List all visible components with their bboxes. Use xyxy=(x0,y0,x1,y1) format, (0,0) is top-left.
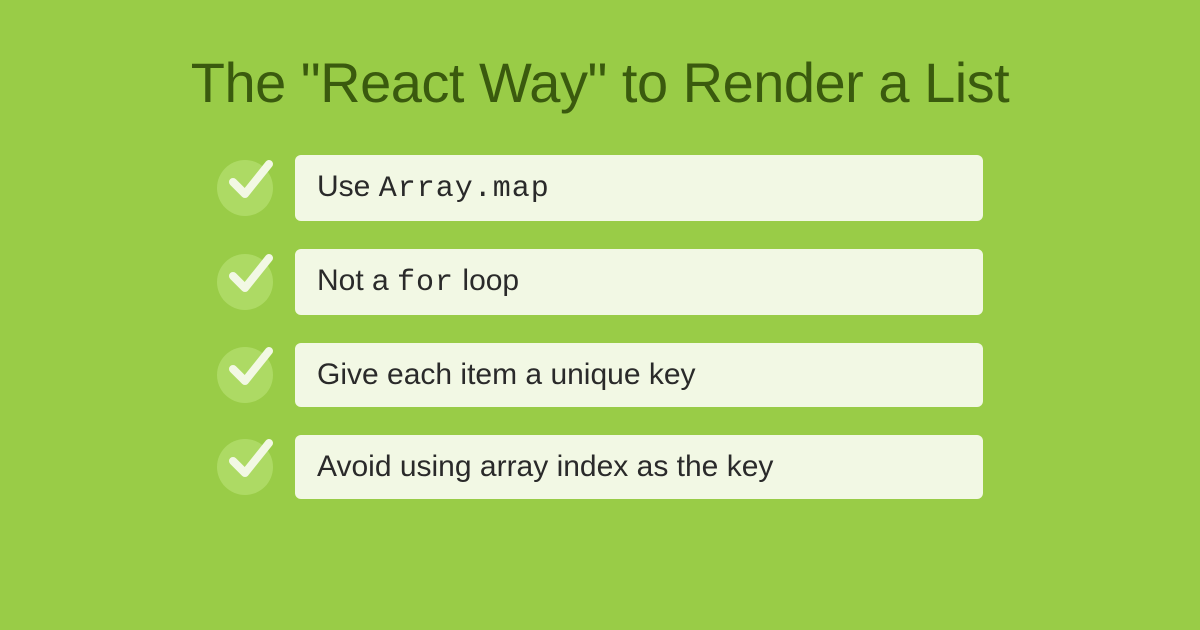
list-item: Avoid using array index as the key xyxy=(217,435,983,499)
tips-list: Use Array.map Not a for loop Give each i… xyxy=(217,155,983,499)
list-item: Give each item a unique key xyxy=(217,343,983,407)
list-item-text: Give each item a unique key xyxy=(295,343,983,407)
list-item: Use Array.map xyxy=(217,155,983,221)
check-icon xyxy=(217,439,273,495)
list-item-text: Avoid using array index as the key xyxy=(295,435,983,499)
check-icon xyxy=(217,254,273,310)
list-item: Not a for loop xyxy=(217,249,983,315)
page-title: The "React Way" to Render a List xyxy=(191,50,1009,115)
list-item-text: Not a for loop xyxy=(295,249,983,315)
check-icon xyxy=(217,160,273,216)
check-icon xyxy=(217,347,273,403)
list-item-text: Use Array.map xyxy=(295,155,983,221)
